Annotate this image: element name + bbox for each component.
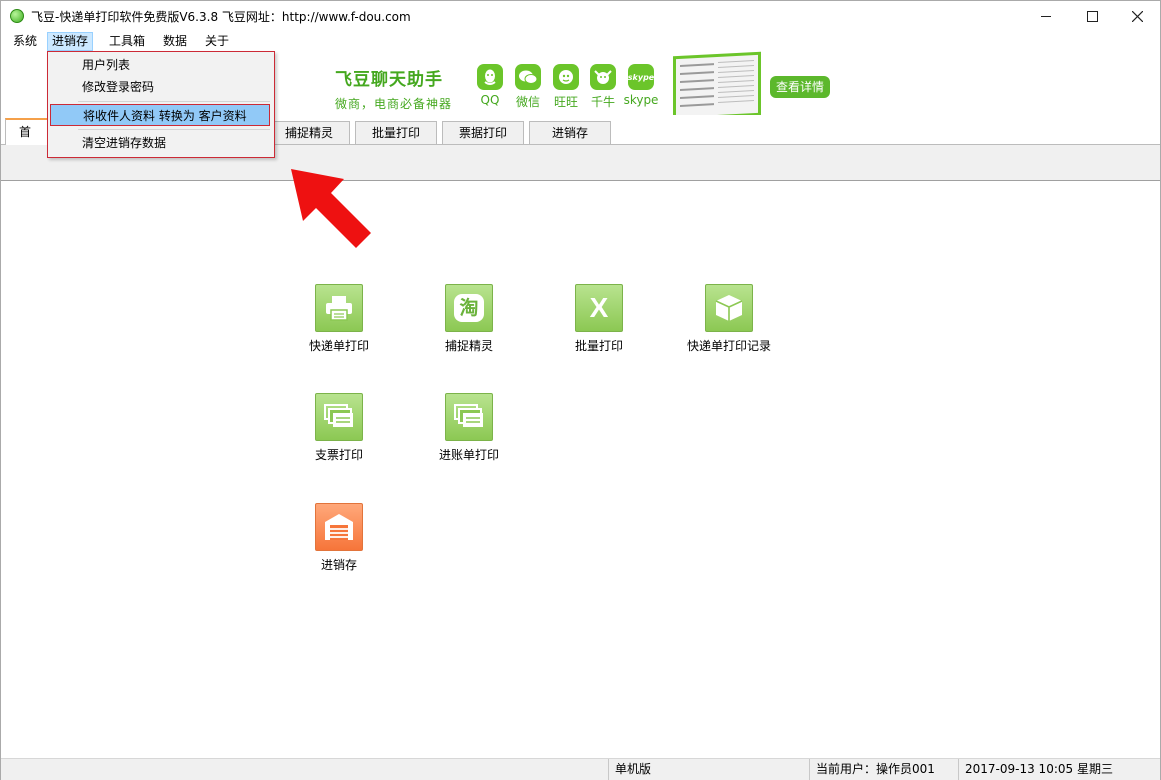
package-box-icon [705,284,753,332]
inventory-dropdown-menu: 用户列表 修改登录密码 将收件人资料 转换为 客户资料 清空进销存数据 [47,51,275,158]
minimize-button[interactable] [1023,1,1069,31]
menu-data[interactable]: 数据 [159,33,191,50]
menu-separator [78,129,270,130]
printer-icon [315,284,363,332]
tile-print-history[interactable]: 快递单打印记录 [674,284,784,354]
ad-title: 飞豆聊天助手 [335,70,443,90]
menu-system[interactable]: 系统 [9,33,41,50]
status-current-user: 当前用户：操作员001 [809,759,956,780]
tab-receipt-print[interactable]: 票据打印 [442,121,524,144]
tile-express-print-label: 快递单打印 [308,339,369,353]
wangwang-icon [553,64,579,90]
wangwang-label: 旺旺 [553,95,578,109]
wangwang-link[interactable]: 旺旺 [548,64,584,110]
tile-inventory-label: 进销存 [320,558,357,572]
menu-inventory[interactable]: 进销存 [47,32,94,51]
menu-toolbox[interactable]: 工具箱 [105,33,149,50]
tile-capture-wizard[interactable]: 淘 捕捉精灵 [414,284,524,354]
ad-subtitle: 微商，电商必备神器 [335,97,453,111]
tile-check-print-label: 支票打印 [314,448,363,462]
tile-batch-print-label: 批量打印 [574,339,623,353]
qianniu-label: 千牛 [590,95,615,109]
tab-capture-wizard[interactable]: 捕捉精灵 [268,121,350,144]
check-stack-icon [315,393,363,441]
qianniu-link[interactable]: 千牛 [585,64,621,110]
qianniu-icon [590,64,616,90]
maximize-button[interactable] [1069,1,1115,31]
qq-link[interactable]: QQ [472,64,508,107]
wechat-icon [515,64,541,90]
excel-icon: X [575,284,623,332]
qq-icon [477,64,503,90]
tile-batch-print[interactable]: X 批量打印 [544,284,654,354]
menu-separator [78,101,270,102]
close-icon [1131,10,1143,22]
skype-link[interactable]: skype skype [623,64,659,107]
app-logo-icon [10,9,24,23]
qq-label: QQ [480,93,500,107]
ad-screenshot-image [673,51,761,121]
menu-item-change-password[interactable]: 修改登录密码 [50,76,270,98]
window-title: 飞豆-快递单打印软件免费版V6.3.8 飞豆网址：http://www.f-do… [31,10,411,24]
wechat-label: 微信 [515,95,540,109]
app-window: 飞豆-快递单打印软件免费版V6.3.8 飞豆网址：http://www.f-do… [0,0,1161,780]
menu-item-user-list[interactable]: 用户列表 [50,54,270,76]
tab-batch-print[interactable]: 批量打印 [355,121,437,144]
status-bar: 单机版 当前用户：操作员001 2017-09-13 10:05 星期三 [1,758,1160,780]
tile-print-history-label: 快递单打印记录 [686,339,771,353]
status-datetime: 2017-09-13 10:05 星期三 [958,759,1155,780]
skype-icon: skype [628,64,654,90]
red-arrow-annotation [291,169,371,248]
status-mode: 单机版 [608,759,803,780]
maximize-icon [1086,10,1098,22]
view-details-button[interactable]: 查看详情 [770,76,830,98]
tile-express-print[interactable]: 快递单打印 [284,284,394,354]
tab-inventory[interactable]: 进销存 [529,121,611,144]
menu-bar: 系统 进销存 工具箱 数据 关于 [1,31,1160,51]
warehouse-icon [315,503,363,551]
skype-label: skype [623,93,659,107]
close-button[interactable] [1114,1,1160,31]
excel-glyph: X [589,292,609,323]
tile-check-print[interactable]: 支票打印 [284,393,394,463]
tab-home-label: 首 [18,125,31,139]
title-bar: 飞豆-快递单打印软件免费版V6.3.8 飞豆网址：http://www.f-do… [1,1,1160,31]
tile-deposit-print-label: 进账单打印 [438,448,499,462]
tile-inventory[interactable]: 进销存 [284,503,394,573]
minimize-icon [1041,15,1051,17]
menu-item-clear-inventory[interactable]: 清空进销存数据 [50,132,270,154]
taobao-icon: 淘 [445,284,493,332]
menu-item-convert-recipients[interactable]: 将收件人资料 转换为 客户资料 [50,104,270,126]
wechat-link[interactable]: 微信 [510,64,546,110]
taobao-glyph: 淘 [454,294,484,322]
menu-about[interactable]: 关于 [201,33,233,50]
tile-capture-wizard-label: 捕捉精灵 [444,339,493,353]
tile-deposit-print[interactable]: 进账单打印 [414,393,524,463]
deposit-slip-icon [445,393,493,441]
